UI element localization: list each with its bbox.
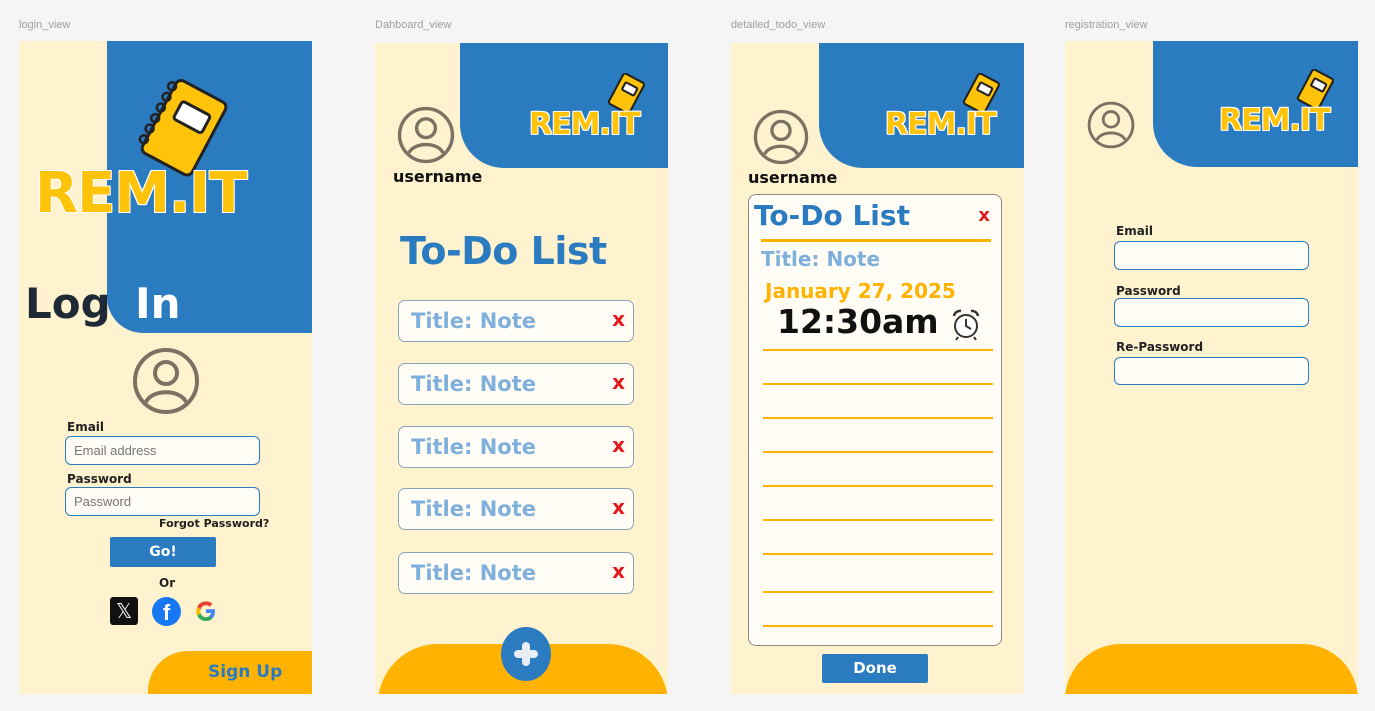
ruled-line (763, 519, 993, 521)
login-heading-log: Log (25, 279, 111, 328)
note-title: Title: Note (411, 309, 536, 333)
ruled-line (763, 349, 993, 351)
or-divider: Or (159, 576, 176, 590)
note-card[interactable]: Title: Note x (398, 426, 634, 468)
alarm-clock-icon[interactable] (949, 307, 983, 341)
signup-link[interactable]: Sign Up (208, 662, 282, 682)
delete-note-button[interactable]: x (612, 495, 625, 519)
done-button[interactable]: Done (822, 654, 928, 683)
login-view: REM.IT Log In Email Password Forgot Pass… (19, 41, 312, 694)
footer-panel (1065, 644, 1358, 694)
email-input[interactable] (65, 436, 260, 465)
login-frame-label: login_view (19, 19, 71, 31)
close-button[interactable]: x (978, 205, 990, 226)
avatar-icon[interactable] (1087, 101, 1135, 149)
ruled-line (763, 553, 993, 555)
note-title: Title: Note (411, 435, 536, 459)
username-label: username (748, 168, 838, 187)
detail-view: REM.IT username To-Do List x Title: Note… (731, 43, 1024, 694)
dashboard-frame-label: Dahboard_view (375, 19, 452, 31)
title-underline (761, 239, 991, 242)
delete-note-button[interactable]: x (612, 370, 625, 394)
note-title: Title: Note (411, 372, 536, 396)
plus-icon (514, 642, 538, 666)
email-input[interactable] (1114, 241, 1309, 270)
add-note-button[interactable] (501, 627, 551, 681)
repassword-label: Re-Password (1116, 340, 1204, 354)
ruled-line (763, 383, 993, 385)
brand-logo: REM.IT (528, 106, 641, 143)
note-card[interactable]: Title: Note x (398, 363, 634, 405)
note-title: Title: Note (411, 497, 536, 521)
ruled-line (763, 591, 993, 593)
ruled-line (763, 417, 993, 419)
note-card[interactable]: Title: Note x (398, 552, 634, 594)
note-title: Title: Note (411, 561, 536, 585)
note-time[interactable]: 12:30am (777, 302, 939, 341)
forgot-password-link[interactable]: Forgot Password? (159, 517, 269, 530)
email-label: Email (67, 420, 105, 434)
todo-card: To-Do List x Title: Note January 27, 202… (748, 194, 1002, 646)
registration-frame-label: registration_view (1065, 19, 1148, 31)
note-card[interactable]: Title: Note x (398, 300, 634, 342)
ruled-line (763, 625, 993, 627)
brand-logo: REM.IT (34, 160, 248, 227)
avatar-icon[interactable] (397, 106, 455, 164)
dashboard-view: REM.IT username To-Do List Title: Note x… (375, 43, 668, 694)
avatar-icon[interactable] (753, 109, 809, 165)
registration-view: REM.IT Email Password Re-Password (1065, 41, 1358, 694)
email-label: Email (1116, 224, 1154, 238)
password-input[interactable] (65, 487, 260, 516)
page-title: To-Do List (400, 229, 607, 273)
facebook-icon[interactable]: f (152, 597, 181, 626)
password-label: Password (67, 472, 132, 486)
password-input[interactable] (1114, 298, 1309, 327)
username-label: username (393, 167, 483, 186)
login-heading-in: In (135, 279, 181, 328)
brand-logo: REM.IT (884, 106, 997, 143)
detail-frame-label: detailed_todo_view (731, 19, 826, 31)
note-title[interactable]: Title: Note (761, 247, 880, 271)
ruled-line (763, 451, 993, 453)
avatar-icon (133, 348, 199, 414)
delete-note-button[interactable]: x (612, 559, 625, 583)
go-button[interactable]: Go! (110, 537, 216, 567)
note-card[interactable]: Title: Note x (398, 488, 634, 530)
password-label: Password (1116, 284, 1181, 298)
ruled-line (763, 485, 993, 487)
google-icon[interactable] (193, 598, 219, 624)
repassword-input[interactable] (1114, 357, 1309, 385)
delete-note-button[interactable]: x (612, 433, 625, 457)
brand-logo: REM.IT (1218, 102, 1331, 139)
delete-note-button[interactable]: x (612, 307, 625, 331)
todo-card-title: To-Do List (754, 199, 910, 232)
x-icon[interactable]: 𝕏 (110, 597, 138, 625)
note-date[interactable]: January 27, 2025 (765, 279, 956, 303)
